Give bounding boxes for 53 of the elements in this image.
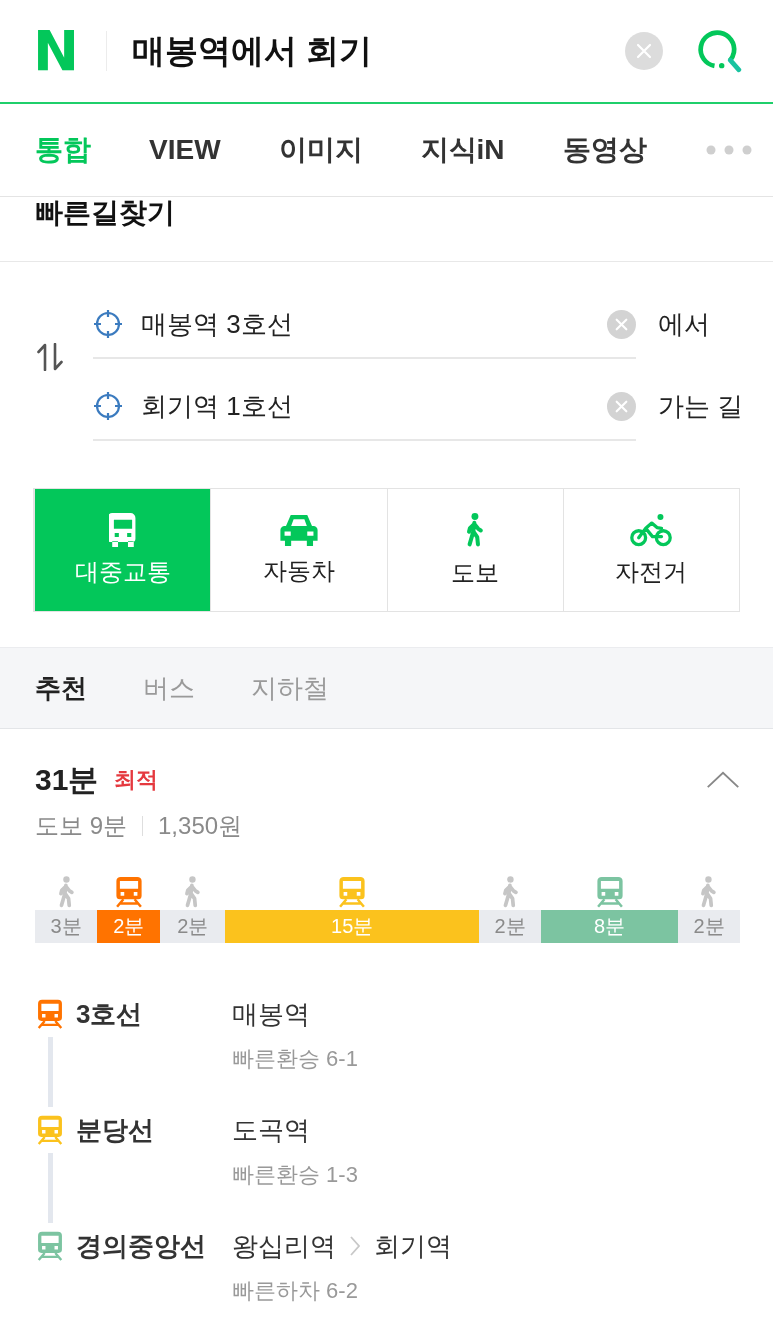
- walking-person-icon: [700, 876, 718, 908]
- search-tab[interactable]: 지식iN: [420, 133, 505, 167]
- subway-line-name: 경의중앙선: [76, 1231, 206, 1261]
- section-title: 빠른길찾기: [35, 197, 175, 229]
- walking-person-icon: [57, 876, 75, 908]
- clear-icon[interactable]: [607, 391, 636, 421]
- walking-time: 도보 9분: [35, 811, 127, 841]
- car-icon: [279, 514, 318, 546]
- location-field[interactable]: 회기역 1호선: [141, 390, 607, 422]
- transfer-note: 빠른환승 6-1: [232, 1045, 358, 1073]
- bicycle-icon: [630, 513, 673, 547]
- clear-icon[interactable]: [607, 309, 636, 339]
- route-filter-tab[interactable]: 추천: [35, 672, 87, 704]
- walking-person-icon: [501, 876, 519, 908]
- station-name: 왕십리역: [232, 1231, 336, 1261]
- walking-person-icon: [184, 876, 202, 908]
- search-tab[interactable]: VIEW: [149, 133, 221, 167]
- location-target-icon[interactable]: [93, 309, 123, 339]
- walking-segment: 2분: [160, 910, 226, 943]
- train-icon: [114, 876, 143, 908]
- clear-icon[interactable]: [625, 32, 663, 70]
- station-name: 매봉역: [232, 999, 310, 1029]
- location-field[interactable]: 매봉역 3호선: [141, 308, 607, 340]
- walking-person-icon: [466, 512, 485, 548]
- subway-segment: 2분: [97, 910, 161, 943]
- search-tab[interactable]: 이미지: [278, 133, 363, 167]
- train-icon: [338, 876, 367, 908]
- route-direction-label: 에서: [658, 308, 710, 340]
- chevron-right-icon: [350, 1236, 360, 1256]
- walking-segment: 2분: [677, 910, 740, 943]
- subway-segment: 8분: [541, 910, 678, 943]
- walking-segment: 2분: [479, 910, 542, 943]
- total-duration: 31분: [35, 762, 99, 798]
- subway-line-name: 3호선: [76, 999, 143, 1029]
- bus-icon: [108, 513, 137, 547]
- train-icon: [595, 876, 624, 908]
- swap-icon[interactable]: [35, 343, 65, 371]
- more-icon[interactable]: [706, 145, 752, 155]
- best-route-label: 최적: [114, 766, 159, 794]
- search-tab[interactable]: 동영상: [562, 133, 647, 167]
- search-icon[interactable]: [697, 28, 742, 74]
- subway-segment: 15분: [225, 910, 480, 943]
- route-direction-label: 가는 길: [658, 390, 744, 422]
- search-field[interactable]: 매봉역에서 회기: [132, 31, 625, 71]
- station-name: 도곡역: [232, 1115, 310, 1145]
- fare: 1,350원: [158, 811, 243, 841]
- transfer-note: 빠른하차 6-2: [232, 1277, 358, 1305]
- location-target-icon[interactable]: [93, 391, 123, 421]
- station-name: 회기역: [374, 1231, 452, 1261]
- walking-segment: 3분: [35, 910, 98, 943]
- chevron-up-icon[interactable]: [705, 770, 741, 790]
- subway-line-name: 분당선: [76, 1115, 154, 1145]
- transfer-note: 빠른환승 1-3: [232, 1161, 358, 1189]
